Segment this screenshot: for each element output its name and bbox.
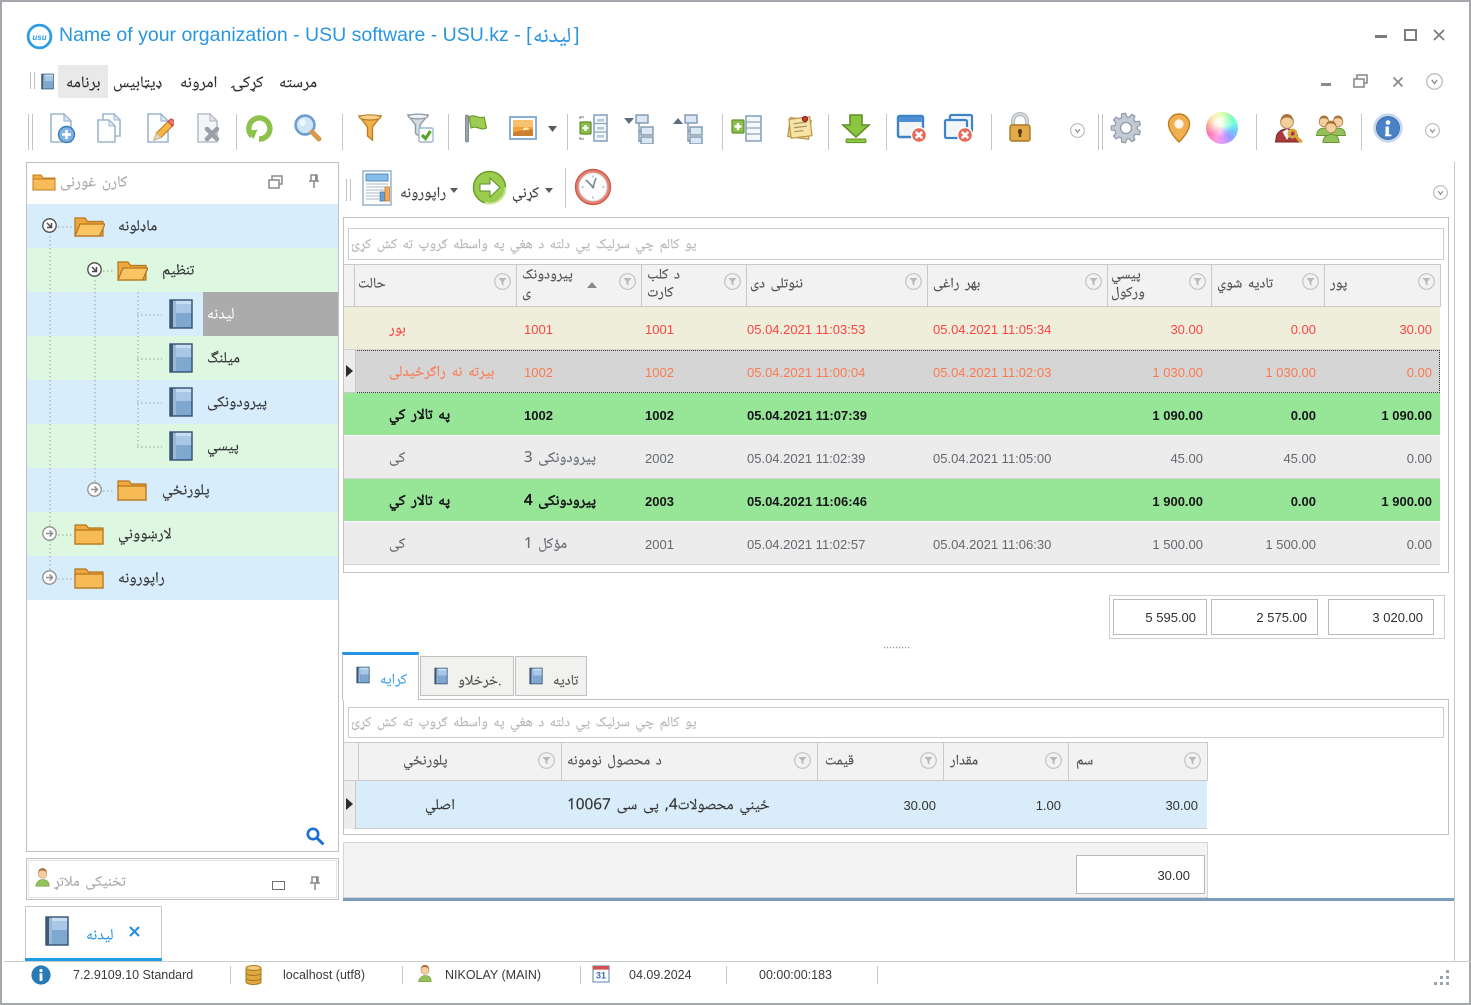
svg-text:31: 31 [596, 971, 606, 981]
svg-text:usu: usu [32, 33, 46, 42]
